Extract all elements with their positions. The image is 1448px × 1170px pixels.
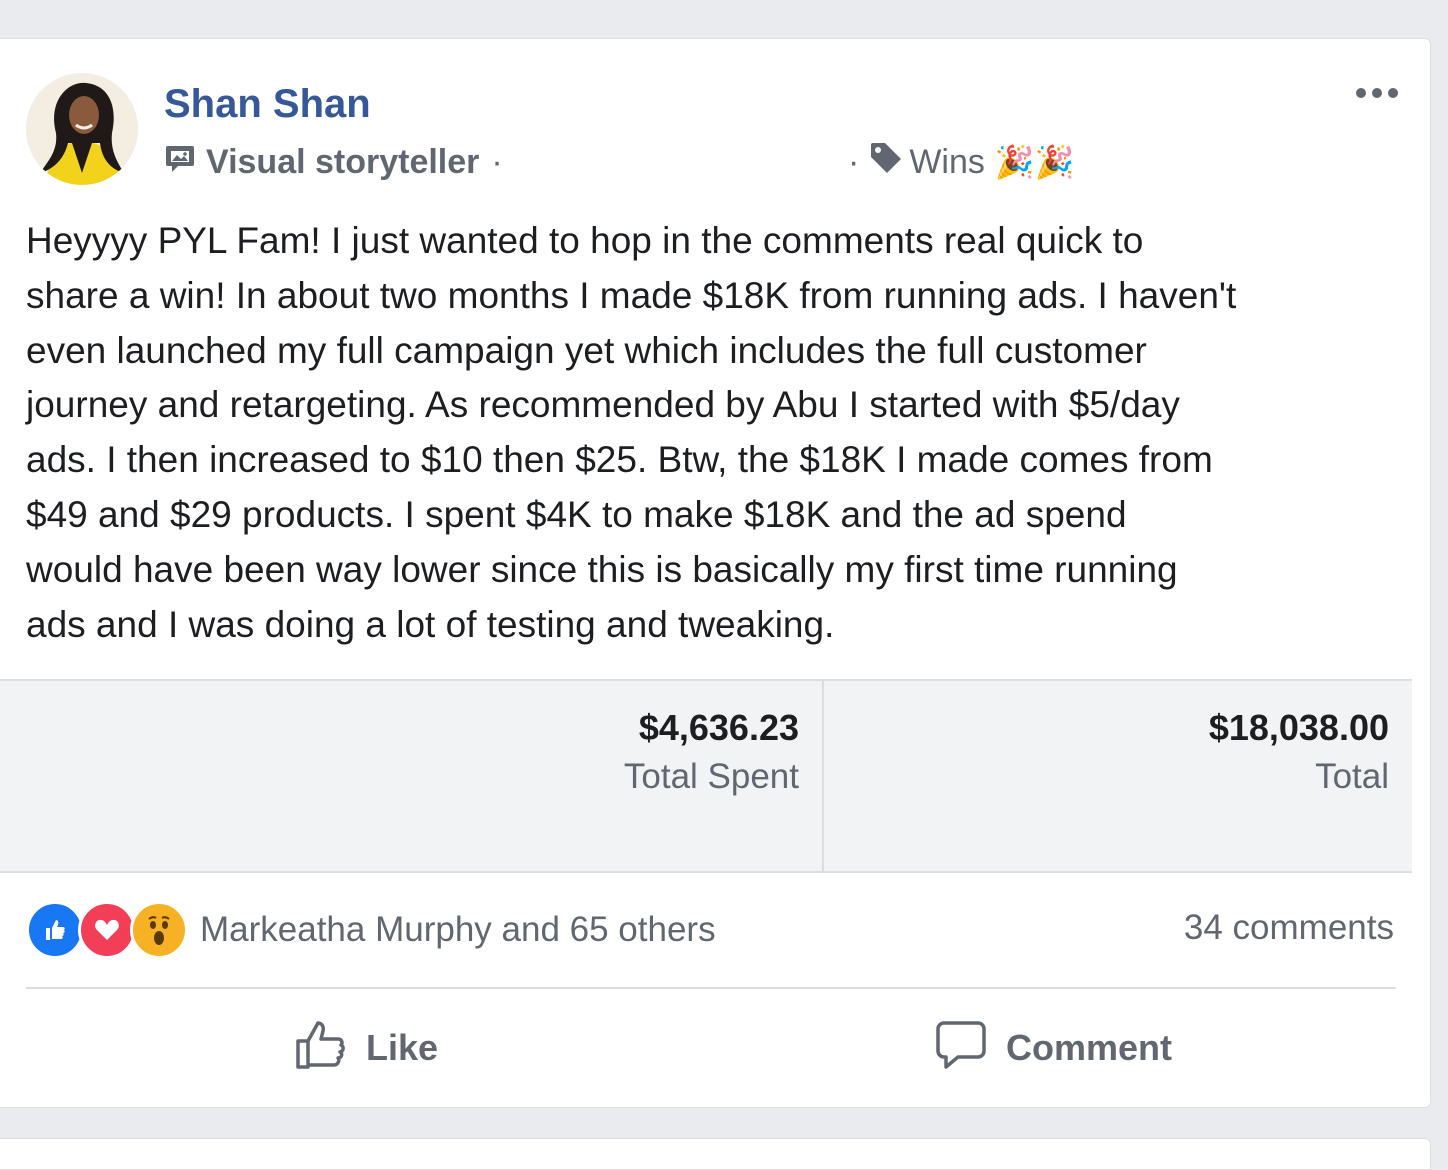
post-body-line: ads and I was doing a lot of testing and…: [26, 603, 835, 645]
like-button[interactable]: Like: [294, 1018, 438, 1078]
stats-divider: [822, 681, 824, 871]
next-post-card: [0, 1138, 1431, 1170]
comment-button[interactable]: Comment: [934, 1018, 1172, 1078]
like-reaction-icon: [26, 901, 84, 959]
author-name[interactable]: Shan Shan: [164, 82, 371, 127]
post-body-line: $49 and $29 products. I spent $4K to mak…: [26, 493, 1127, 535]
thumbs-up-icon: [294, 1017, 366, 1080]
total-spent-label: Total Spent: [623, 757, 799, 796]
post-body-line: would have been way lower since this is …: [26, 548, 1178, 590]
comment-bubble-icon: [934, 1017, 1006, 1080]
visual-storyteller-badge-icon: [164, 142, 196, 183]
wow-reaction-icon: [130, 901, 188, 959]
total-spent-value: $4,636.23: [638, 707, 799, 748]
more-options-icon[interactable]: [1356, 88, 1398, 98]
post-body-line: journey and retargeting. As recommended …: [26, 384, 1180, 426]
topic-tag[interactable]: · Wins 🎉🎉: [848, 140, 1075, 184]
reactions-summary-text[interactable]: Markeatha Murphy and 65 others: [200, 910, 716, 950]
total-value: $18,038.00: [1208, 707, 1389, 748]
comments-count[interactable]: 34 comments: [1184, 908, 1394, 948]
author-badge-label: Visual storyteller: [206, 142, 480, 181]
post-body-line: ads. I then increased to $10 then $25. B…: [26, 439, 1213, 481]
total-stat: $18,038.00 Total: [1209, 707, 1389, 797]
topic-label: Wins: [909, 142, 985, 181]
attached-screenshot-stats[interactable]: $4,636.23 Total Spent $18,038.00 Total: [0, 679, 1412, 873]
actions-divider: [26, 987, 1396, 989]
topic-separator: ·: [848, 142, 860, 181]
party-popper-icon: 🎉🎉: [994, 144, 1075, 180]
post-body-line: Heyyyy PYL Fam! I just wanted to hop in …: [26, 220, 1144, 261]
tag-icon: [869, 141, 903, 184]
total-label: Total: [1315, 757, 1389, 796]
total-spent-stat: $4,636.23 Total Spent: [624, 707, 799, 797]
love-reaction-icon: [78, 901, 136, 959]
author-badge[interactable]: Visual storyteller ·: [164, 140, 503, 184]
like-button-label: Like: [366, 1027, 439, 1068]
post-body: Heyyyy PYL Fam! I just wanted to hop in …: [26, 214, 1416, 652]
comment-button-label: Comment: [1006, 1027, 1173, 1068]
post-body-line: even launched my full campaign yet which…: [26, 329, 1147, 371]
post-body-line: share a win! In about two months I made …: [26, 274, 1237, 316]
badge-separator: ·: [491, 142, 503, 181]
author-avatar[interactable]: [26, 73, 138, 185]
reactions-summary[interactable]: Markeatha Murphy and 65 others: [26, 901, 716, 959]
